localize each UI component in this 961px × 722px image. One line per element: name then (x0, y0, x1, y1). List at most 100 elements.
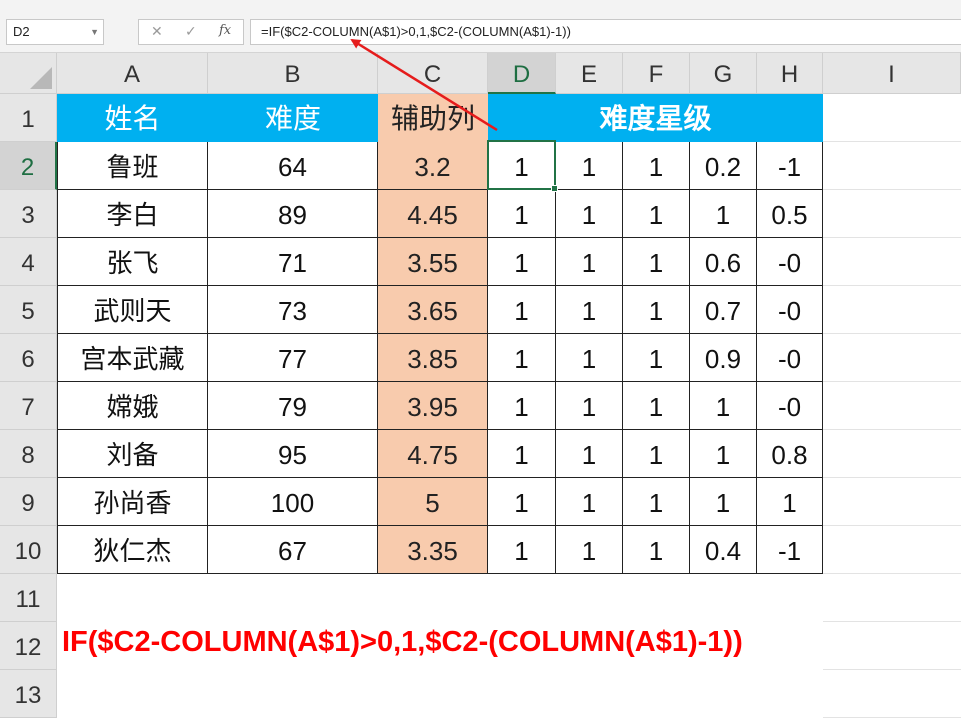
chevron-down-icon[interactable]: ▼ (90, 20, 99, 44)
name-cell[interactable]: 狄仁杰 (57, 526, 208, 574)
header-name-cell[interactable]: 姓名 (57, 94, 208, 142)
helper-cell[interactable]: 4.75 (378, 430, 488, 478)
name-cell[interactable]: 宫本武藏 (57, 334, 208, 382)
helper-cell[interactable]: 5 (378, 478, 488, 526)
star-cell[interactable]: 0.9 (690, 334, 757, 382)
helper-cell[interactable]: 3.2 (378, 142, 488, 190)
name-cell[interactable]: 嫦娥 (57, 382, 208, 430)
empty-cell[interactable] (823, 574, 961, 622)
star-cell[interactable]: 1 (556, 142, 623, 190)
empty-cell[interactable] (208, 670, 378, 718)
row-header-9[interactable]: 9 (0, 478, 57, 526)
row-header-7[interactable]: 7 (0, 382, 57, 430)
header-difficulty-cell[interactable]: 难度 (208, 94, 378, 142)
star-cell[interactable]: 1 (690, 190, 757, 238)
empty-cell[interactable] (378, 574, 488, 622)
star-cell[interactable]: 0.4 (690, 526, 757, 574)
name-box[interactable]: D2 ▼ (6, 19, 104, 45)
row-header-8[interactable]: 8 (0, 430, 57, 478)
row-header-11[interactable]: 11 (0, 574, 57, 622)
row-header-2[interactable]: 2 (0, 142, 57, 190)
cancel-icon[interactable]: ✕ (151, 23, 163, 40)
row-header-12[interactable]: 12 (0, 622, 57, 670)
row-header-13[interactable]: 13 (0, 670, 57, 718)
empty-cell[interactable] (823, 382, 961, 430)
star-cell[interactable]: 0.5 (757, 190, 823, 238)
name-cell[interactable]: 武则天 (57, 286, 208, 334)
star-cell[interactable]: 1 (488, 382, 556, 430)
name-cell[interactable]: 李白 (57, 190, 208, 238)
star-cell[interactable]: 1 (556, 334, 623, 382)
star-cell[interactable]: 1 (556, 238, 623, 286)
star-cell[interactable]: 1 (623, 286, 690, 334)
helper-cell[interactable]: 3.85 (378, 334, 488, 382)
star-cell[interactable]: 1 (556, 190, 623, 238)
empty-cell[interactable] (488, 670, 556, 718)
helper-cell[interactable]: 3.95 (378, 382, 488, 430)
column-header-g[interactable]: G (690, 53, 757, 94)
star-cell[interactable]: 0.8 (757, 430, 823, 478)
helper-cell[interactable]: 4.45 (378, 190, 488, 238)
empty-cell[interactable] (623, 670, 690, 718)
empty-cell[interactable] (823, 238, 961, 286)
star-cell[interactable]: -0 (757, 286, 823, 334)
name-cell[interactable]: 刘备 (57, 430, 208, 478)
difficulty-cell[interactable]: 95 (208, 430, 378, 478)
star-cell[interactable]: 1 (690, 430, 757, 478)
star-cell[interactable]: -0 (757, 238, 823, 286)
column-header-e[interactable]: E (556, 53, 623, 94)
empty-cell[interactable] (823, 334, 961, 382)
difficulty-cell[interactable]: 67 (208, 526, 378, 574)
row-header-6[interactable]: 6 (0, 334, 57, 382)
row-header-4[interactable]: 4 (0, 238, 57, 286)
column-header-a[interactable]: A (57, 53, 208, 94)
star-cell[interactable]: -1 (757, 526, 823, 574)
helper-cell[interactable]: 3.65 (378, 286, 488, 334)
star-cell[interactable]: 1 (623, 382, 690, 430)
star-cell[interactable]: -0 (757, 382, 823, 430)
empty-cell[interactable] (823, 94, 961, 142)
difficulty-cell[interactable]: 71 (208, 238, 378, 286)
empty-cell[interactable] (757, 670, 823, 718)
star-cell[interactable]: 1 (488, 430, 556, 478)
star-cell[interactable]: 0.2 (690, 142, 757, 190)
fill-handle[interactable] (551, 185, 558, 192)
star-cell[interactable]: 1 (488, 238, 556, 286)
star-cell[interactable]: 1 (556, 382, 623, 430)
empty-cell[interactable] (556, 670, 623, 718)
empty-cell[interactable] (556, 574, 623, 622)
difficulty-cell[interactable]: 79 (208, 382, 378, 430)
helper-cell[interactable]: 3.55 (378, 238, 488, 286)
row-header-1[interactable]: 1 (0, 94, 57, 142)
name-cell[interactable]: 孙尚香 (57, 478, 208, 526)
empty-cell[interactable] (823, 478, 961, 526)
star-cell[interactable]: 1 (556, 526, 623, 574)
column-header-d[interactable]: D (488, 53, 556, 94)
empty-cell[interactable] (823, 430, 961, 478)
empty-cell[interactable] (823, 190, 961, 238)
difficulty-cell[interactable]: 73 (208, 286, 378, 334)
column-header-b[interactable]: B (208, 53, 378, 94)
column-header-h[interactable]: H (757, 53, 823, 94)
star-cell[interactable]: 1 (488, 526, 556, 574)
star-cell[interactable]: 1 (623, 238, 690, 286)
empty-cell[interactable] (823, 670, 961, 718)
column-header-i[interactable]: I (823, 53, 961, 94)
difficulty-cell[interactable]: 77 (208, 334, 378, 382)
star-cell[interactable]: 1 (623, 190, 690, 238)
row-header-3[interactable]: 3 (0, 190, 57, 238)
empty-cell[interactable] (823, 622, 961, 670)
select-all-corner[interactable] (0, 53, 57, 94)
star-cell[interactable]: 1 (488, 142, 556, 190)
star-cell[interactable]: 1 (556, 478, 623, 526)
difficulty-cell[interactable]: 89 (208, 190, 378, 238)
helper-cell[interactable]: 3.35 (378, 526, 488, 574)
star-cell[interactable]: 1 (623, 142, 690, 190)
enter-icon[interactable]: ✓ (185, 23, 197, 40)
empty-cell[interactable] (623, 574, 690, 622)
formula-input[interactable]: =IF($C2-COLUMN(A$1)>0,1,$C2-(COLUMN(A$1)… (250, 19, 961, 45)
star-cell[interactable]: 1 (623, 478, 690, 526)
row-header-5[interactable]: 5 (0, 286, 57, 334)
star-cell[interactable]: 1 (556, 286, 623, 334)
star-cell[interactable]: 1 (690, 478, 757, 526)
